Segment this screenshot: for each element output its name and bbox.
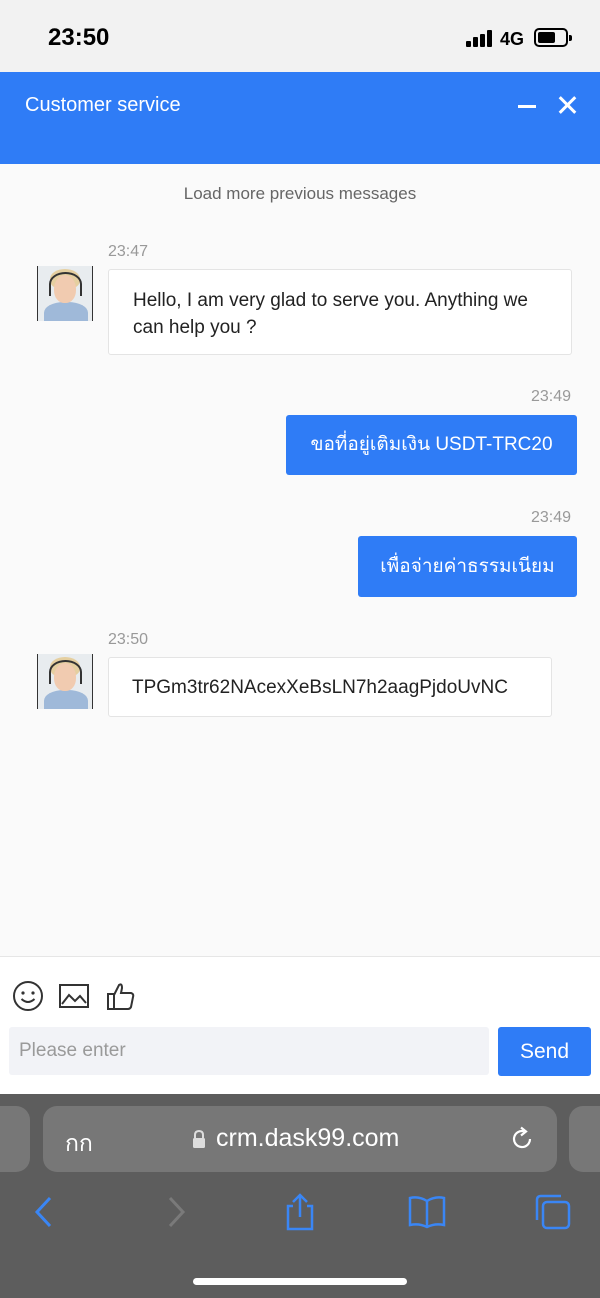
close-icon[interactable] (556, 94, 578, 116)
message-text: เพื่อจ่ายค่าธรรมเนียม (380, 556, 555, 577)
next-tab-peek[interactable] (569, 1106, 600, 1172)
agent-avatar (37, 654, 93, 709)
message-timestamp: 23:49 (531, 388, 572, 405)
agent-avatar (37, 266, 93, 321)
chat-messages-area[interactable]: Load more previous messages 23:47 Hello,… (0, 164, 600, 956)
bookmarks-icon[interactable] (407, 1192, 447, 1232)
status-bar: 23:50 4G (0, 0, 600, 72)
message-text: Hello, I am very glad to serve you. Anyt… (133, 290, 528, 338)
outgoing-message-bubble: ขอที่อยู่เติมเงิน USDT-TRC20 (286, 415, 577, 475)
previous-tab-peek[interactable] (0, 1106, 30, 1172)
load-more-link[interactable]: Load more previous messages (0, 184, 600, 204)
incoming-message-bubble: Hello, I am very glad to serve you. Anyt… (108, 269, 572, 355)
text-size-button[interactable]: กก (65, 1126, 93, 1162)
incoming-message-bubble: TPGm3tr62NAcexXeBsLN7h2aagPjdoUvNC (108, 657, 552, 717)
thumbs-up-icon[interactable] (104, 979, 138, 1013)
header-title: Customer service (25, 94, 181, 116)
message-text[interactable]: TPGm3tr62NAcexXeBsLN7h2aagPjdoUvNC (132, 677, 508, 698)
emoji-icon[interactable] (11, 979, 45, 1013)
status-time: 23:50 (48, 24, 110, 51)
address-bar[interactable]: กก crm.dask99.com (43, 1106, 557, 1172)
chat-header: Customer service (0, 72, 600, 164)
message-timestamp: 23:49 (531, 509, 572, 526)
share-icon[interactable] (280, 1192, 320, 1232)
back-icon[interactable] (25, 1192, 65, 1232)
browser-toolbar: กก crm.dask99.com (0, 1094, 600, 1298)
message-text: ขอที่อยู่เติมเงิน USDT-TRC20 (310, 434, 553, 455)
forward-icon[interactable] (155, 1192, 195, 1232)
message-input[interactable] (9, 1027, 489, 1075)
tabs-icon[interactable] (533, 1192, 573, 1232)
url-text: crm.dask99.com (216, 1124, 400, 1152)
image-icon[interactable] (57, 979, 91, 1013)
reload-icon[interactable] (509, 1126, 535, 1152)
battery-icon (534, 28, 572, 47)
network-type: 4G (500, 29, 525, 49)
message-composer: Send (0, 956, 600, 1094)
lock-icon (193, 1129, 205, 1148)
message-timestamp: 23:50 (108, 631, 149, 648)
outgoing-message-bubble: เพื่อจ่ายค่าธรรมเนียม (358, 536, 577, 597)
send-button[interactable]: Send (498, 1027, 591, 1076)
home-indicator (193, 1278, 407, 1285)
message-timestamp: 23:47 (108, 243, 149, 260)
minimize-icon[interactable] (518, 100, 538, 118)
signal-strength-icon (466, 30, 492, 47)
